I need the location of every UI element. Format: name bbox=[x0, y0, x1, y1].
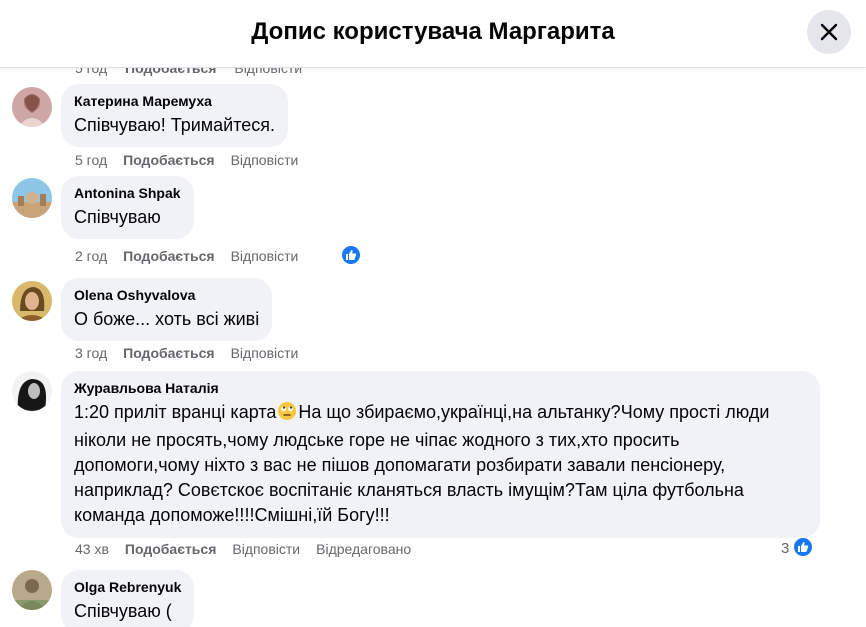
comment-bubble: Antonina Shpak Співчуваю bbox=[61, 176, 194, 239]
reply-link[interactable]: Відповісти bbox=[231, 152, 299, 168]
reply-link[interactable]: Відповісти bbox=[231, 345, 299, 361]
comment-bubble: Катерина Маремуха Співчуваю! Тримайтеся. bbox=[61, 84, 289, 147]
comment-actions: 5 год Подобається Відповісти bbox=[75, 152, 314, 168]
comment-author[interactable]: Катерина Маремуха bbox=[74, 92, 275, 110]
comment-actions: 3 год Подобається Відповісти bbox=[75, 345, 314, 361]
close-button[interactable] bbox=[807, 10, 851, 54]
like-link[interactable]: Подобається bbox=[125, 68, 216, 76]
rolling-eyes-emoji-icon bbox=[277, 401, 297, 428]
comment-actions: 2 год Подобається Відповісти bbox=[75, 248, 314, 264]
comment-bubble: Olena Oshyvalova О боже... хоть всі живі bbox=[61, 278, 273, 341]
like-link[interactable]: Подобається bbox=[123, 152, 214, 168]
comment-time[interactable]: 3 год bbox=[75, 345, 107, 361]
like-link[interactable]: Подобається bbox=[123, 248, 214, 264]
comment-bubble: Журавльова Наталія 1:20 приліт вранці ка… bbox=[61, 371, 820, 538]
reply-link[interactable]: Відповісти bbox=[234, 68, 302, 76]
comments-feed[interactable]: 5 год Подобається Відповісти Катерина Ма… bbox=[0, 68, 866, 627]
like-link[interactable]: Подобається bbox=[125, 541, 216, 557]
comment-author[interactable]: Olga Rebrenyuk bbox=[74, 578, 181, 596]
comment-actions: 43 хв Подобається Відповісти Відредагова… bbox=[75, 541, 427, 557]
comment-author[interactable]: Журавльова Наталія bbox=[74, 379, 807, 397]
comment-text: Співчуваю! Тримайтеся. bbox=[74, 115, 276, 135]
comment-text-part: 1:20 приліт вранці карта bbox=[74, 402, 277, 422]
dialog-header: Допис користувача Маргарита bbox=[0, 0, 866, 68]
comment-time: 5 год bbox=[75, 68, 108, 76]
comment-text: 1:20 приліт вранці карта На що збираємо,у… bbox=[74, 400, 807, 528]
avatar[interactable] bbox=[12, 371, 52, 411]
comment-time[interactable]: 43 хв bbox=[75, 541, 109, 557]
comment-time[interactable]: 2 год bbox=[75, 248, 107, 264]
comment-text: Співчуваю bbox=[74, 207, 161, 227]
avatar[interactable] bbox=[12, 570, 52, 610]
comment-text: Співчуваю ( bbox=[74, 601, 172, 621]
avatar[interactable] bbox=[12, 178, 52, 218]
avatar[interactable] bbox=[12, 87, 52, 127]
reaction-count[interactable]: 3 bbox=[781, 540, 789, 557]
thumbs-up-icon bbox=[346, 250, 357, 260]
reaction-badge[interactable] bbox=[340, 244, 362, 266]
reply-link[interactable]: Відповісти bbox=[231, 248, 299, 264]
previous-comment-actions: 5 год Подобається Відповісти bbox=[75, 68, 316, 76]
comment-text: О боже... хоть всі живі bbox=[74, 309, 260, 329]
comment-bubble: Olga Rebrenyuk Співчуваю ( bbox=[61, 570, 195, 627]
like-link[interactable]: Подобається bbox=[123, 345, 214, 361]
thumbs-up-icon bbox=[798, 542, 809, 552]
comment-author[interactable]: Antonina Shpak bbox=[74, 184, 181, 202]
reply-link[interactable]: Відповісти bbox=[232, 541, 300, 557]
comment-author[interactable]: Olena Oshyvalova bbox=[74, 286, 259, 304]
dialog-title: Допис користувача Маргарита bbox=[251, 18, 615, 45]
close-icon bbox=[820, 23, 838, 41]
reaction-badge[interactable] bbox=[792, 536, 814, 558]
edited-label[interactable]: Відредаговано bbox=[316, 541, 411, 557]
avatar[interactable] bbox=[12, 281, 52, 321]
comment-time[interactable]: 5 год bbox=[75, 152, 107, 168]
